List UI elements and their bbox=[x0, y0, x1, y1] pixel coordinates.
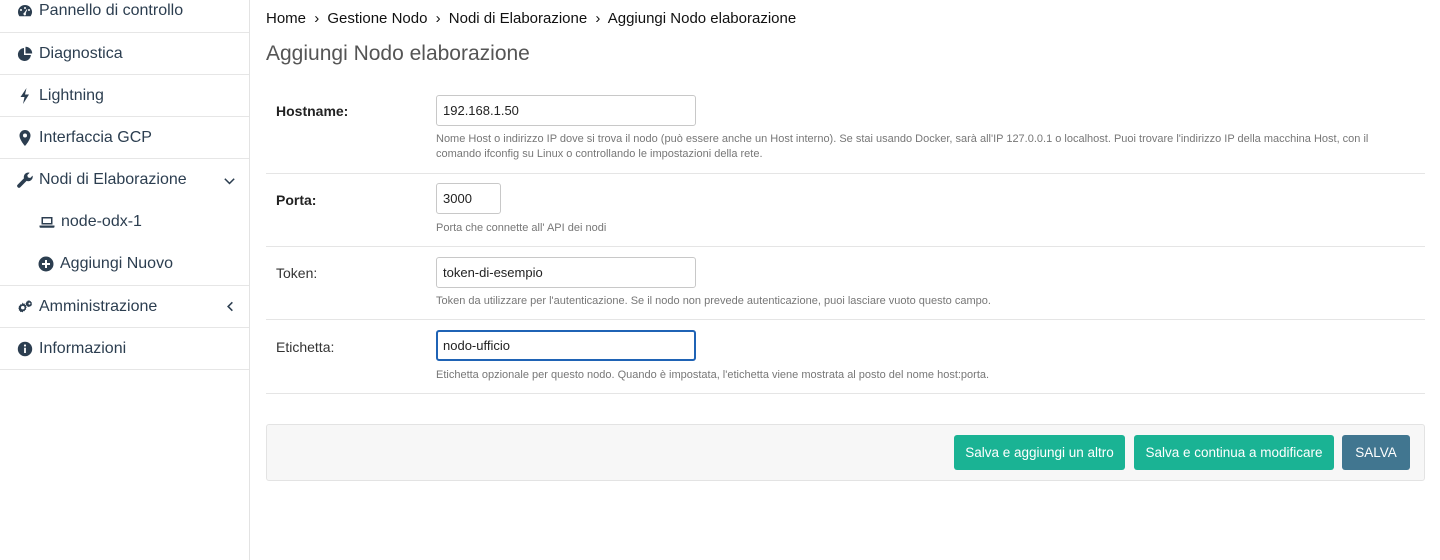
sidebar-subgroup-processing-nodes: node-odx-1 Aggiungi Nuovo bbox=[0, 201, 249, 286]
pie-chart-icon bbox=[16, 45, 34, 63]
hostname-help-line: Nome Host o indirizzo IP dove si trova i… bbox=[436, 133, 1369, 145]
label-input[interactable]: nodo-ufficio bbox=[436, 330, 696, 361]
submit-row: Salva e aggiungi un altro Salva e contin… bbox=[266, 424, 1425, 481]
sidebar-item-diagnostics[interactable]: Diagnostica bbox=[0, 33, 249, 75]
chevron-left-icon[interactable] bbox=[223, 301, 235, 313]
sidebar-item-label: Interfaccia GCP bbox=[39, 128, 152, 146]
token-input[interactable]: token-di-esempio bbox=[436, 257, 696, 288]
sidebar-item-label: Nodi di Elaborazione bbox=[39, 171, 187, 188]
breadcrumb-separator: › bbox=[435, 10, 441, 27]
sidebar-subitem-add-new[interactable]: Aggiungi Nuovo bbox=[0, 243, 249, 285]
chevron-down-icon[interactable] bbox=[223, 174, 235, 186]
port-help: Porta che connette all' API dei nodi bbox=[436, 222, 607, 234]
save-button[interactable]: SALVA bbox=[1342, 435, 1410, 470]
form-row-label: Etichetta: nodo-ufficio Etichetta opzion… bbox=[266, 320, 1425, 394]
dashboard-icon bbox=[16, 2, 34, 20]
sidebar-subitem-label: node-odx-1 bbox=[61, 213, 142, 230]
sidebar-item-label: Pannello di controllo bbox=[39, 2, 184, 19]
hostname-label: Hostname: bbox=[276, 103, 349, 119]
breadcrumb-processing-nodes[interactable]: Nodi di Elaborazione bbox=[449, 10, 587, 27]
sidebar-item-label: Diagnostica bbox=[39, 44, 123, 62]
port-input[interactable]: 3000 bbox=[436, 183, 501, 214]
port-label: Porta: bbox=[276, 192, 317, 208]
sidebar-item-label: Informazioni bbox=[39, 339, 127, 357]
sidebar-item-administration[interactable]: Amministrazione bbox=[0, 286, 249, 328]
wrench-icon bbox=[16, 171, 34, 189]
breadcrumb-home[interactable]: Home bbox=[266, 10, 306, 27]
gears-icon bbox=[16, 298, 34, 316]
breadcrumb-current: Aggiungi Nodo elaborazione bbox=[607, 10, 797, 27]
plus-circle-icon bbox=[37, 255, 55, 273]
sidebar-item-processing-nodes[interactable]: Nodi di Elaborazione bbox=[0, 159, 249, 201]
token-label: Token: bbox=[276, 265, 318, 281]
token-help: Token da utilizzare per l'autenticazione… bbox=[436, 295, 991, 307]
sidebar-subitem-label: Aggiungi Nuovo bbox=[60, 255, 173, 272]
laptop-icon bbox=[38, 213, 56, 231]
sidebar-item-label: Lightning bbox=[39, 86, 104, 104]
sidebar-item-info[interactable]: Informazioni bbox=[0, 328, 249, 370]
form-row-hostname: Hostname: 192.168.1.50 Nome Host o indir… bbox=[266, 78, 1425, 174]
hostname-help: Nome Host o indirizzo IP dove si trova i… bbox=[436, 132, 1396, 162]
sidebar-item-label: Amministrazione bbox=[39, 297, 158, 315]
sidebar-item-gcp-interface[interactable]: Interfaccia GCP bbox=[0, 117, 249, 159]
sidebar: Pannello di controllo Diagnostica Lightn… bbox=[0, 0, 250, 560]
info-circle-icon bbox=[16, 340, 34, 358]
breadcrumb: Home › Gestione Nodo › Nodi di Elaborazi… bbox=[266, 10, 796, 27]
save-and-continue-editing-button[interactable]: Salva e continua a modificare bbox=[1134, 435, 1334, 470]
sidebar-subitem-node[interactable]: node-odx-1 bbox=[0, 201, 249, 243]
hostname-input[interactable]: 192.168.1.50 bbox=[436, 95, 696, 126]
map-marker-icon bbox=[16, 129, 34, 147]
form-row-port: Porta: 3000 Porta che connette all' API … bbox=[266, 174, 1425, 247]
hostname-help-line: comando ifconfig su Linux o controllando… bbox=[436, 148, 763, 160]
sidebar-item-lightning[interactable]: Lightning bbox=[0, 75, 249, 117]
bolt-icon bbox=[16, 87, 34, 105]
save-and-add-another-button[interactable]: Salva e aggiungi un altro bbox=[954, 435, 1125, 470]
breadcrumb-separator: › bbox=[314, 10, 320, 27]
form-row-token: Token: token-di-esempio Token da utilizz… bbox=[266, 247, 1425, 320]
label-field-label: Etichetta: bbox=[276, 339, 335, 355]
label-help: Etichetta opzionale per questo nodo. Qua… bbox=[436, 369, 990, 381]
page-title: Aggiungi Nodo elaborazione bbox=[266, 42, 530, 65]
sidebar-item-dashboard[interactable]: Pannello di controllo bbox=[0, 0, 249, 33]
breadcrumb-node-management[interactable]: Gestione Nodo bbox=[327, 10, 427, 27]
breadcrumb-separator: › bbox=[595, 10, 601, 27]
